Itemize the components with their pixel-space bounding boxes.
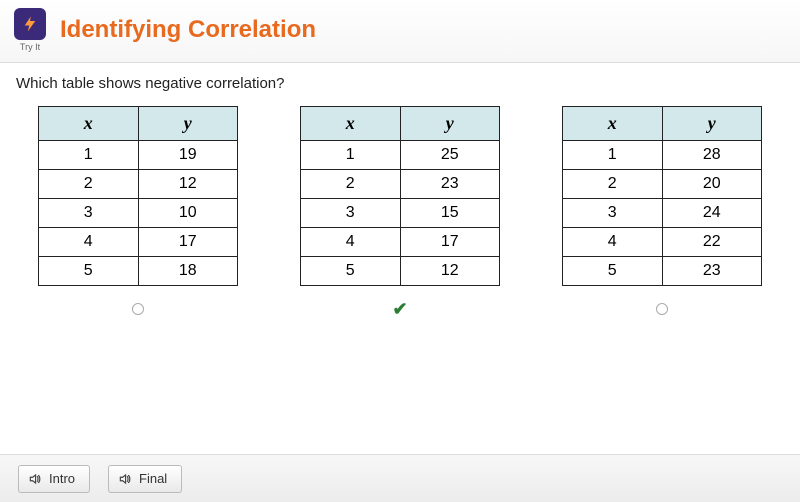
table-row: 212 [39, 170, 238, 199]
header: Try It Identifying Correlation [0, 0, 800, 63]
option-3-radio[interactable] [656, 300, 668, 318]
table-3: x y 128 220 324 422 523 [562, 106, 762, 286]
final-button[interactable]: Final [108, 465, 182, 493]
speaker-icon [117, 471, 133, 487]
option-2-radio[interactable]: ✔ [392, 300, 407, 318]
col-x: x [39, 107, 139, 141]
table-row: 324 [563, 199, 762, 228]
option-1[interactable]: x y 119 212 310 417 518 [30, 106, 246, 318]
table-row: 422 [563, 228, 762, 257]
table-2: x y 125 223 315 417 512 [300, 106, 500, 286]
lightning-icon [14, 8, 46, 40]
col-x: x [301, 107, 401, 141]
checkmark-icon: ✔ [392, 299, 407, 320]
table-row: 128 [563, 141, 762, 170]
table-1: x y 119 212 310 417 518 [38, 106, 238, 286]
tryit-label: Try It [20, 42, 40, 52]
col-y: y [662, 107, 762, 141]
final-label: Final [139, 471, 167, 486]
table-row: 315 [301, 199, 500, 228]
col-y: y [400, 107, 500, 141]
table-row: 417 [301, 228, 500, 257]
footer: Intro Final [0, 454, 800, 502]
table-row: 125 [301, 141, 500, 170]
col-x: x [563, 107, 663, 141]
tables-row: x y 119 212 310 417 518 x y 125 223 315 … [0, 96, 800, 318]
table-row: 523 [563, 257, 762, 286]
option-2[interactable]: x y 125 223 315 417 512 ✔ [292, 106, 508, 318]
table-row: 223 [301, 170, 500, 199]
intro-button[interactable]: Intro [18, 465, 90, 493]
question-text: Which table shows negative correlation? [0, 63, 800, 96]
table-row: 417 [39, 228, 238, 257]
radio-icon [132, 303, 144, 315]
table-row: 310 [39, 199, 238, 228]
option-1-radio[interactable] [132, 300, 144, 318]
intro-label: Intro [49, 471, 75, 486]
option-3[interactable]: x y 128 220 324 422 523 [554, 106, 770, 318]
table-row: 518 [39, 257, 238, 286]
table-row: 119 [39, 141, 238, 170]
table-row: 220 [563, 170, 762, 199]
radio-icon [656, 303, 668, 315]
tryit-badge: Try It [14, 8, 46, 52]
speaker-icon [27, 471, 43, 487]
page-title: Identifying Correlation [60, 16, 316, 44]
table-row: 512 [301, 257, 500, 286]
col-y: y [138, 107, 238, 141]
